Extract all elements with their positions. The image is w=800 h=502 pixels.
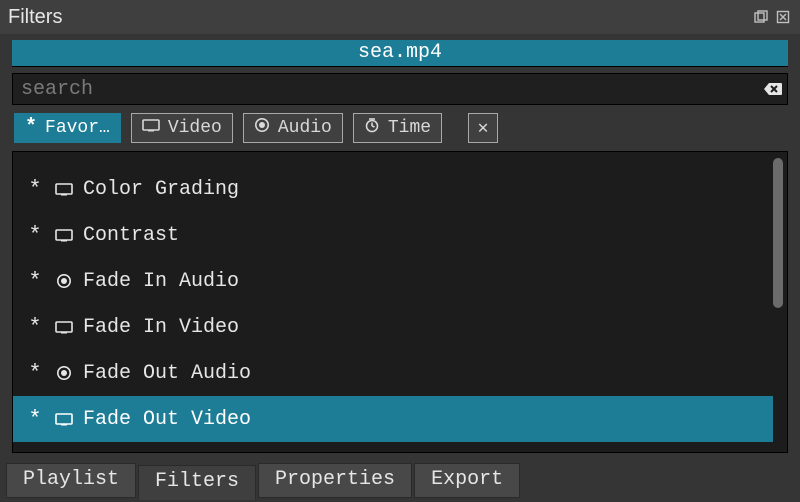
category-label: Video (168, 118, 222, 138)
list-item[interactable]: * Color Grading (13, 166, 773, 212)
list-item[interactable]: * Fade In Video (13, 304, 773, 350)
tab-export[interactable]: Export (414, 463, 520, 498)
list-item-partial[interactable]: Brightness (13, 152, 773, 166)
video-icon (53, 228, 75, 242)
panel-title: Filters (8, 6, 62, 29)
close-panel-icon[interactable] (774, 8, 792, 26)
video-icon (53, 182, 75, 196)
favorite-icon: * (25, 223, 45, 248)
category-time[interactable]: Time (353, 113, 442, 143)
category-video[interactable]: Video (131, 113, 233, 143)
favorite-icon: * (25, 177, 45, 202)
list-item[interactable]: * Fade Out Video (13, 396, 773, 442)
category-label: Favor… (45, 118, 110, 138)
category-label: Audio (278, 118, 332, 138)
list-item[interactable]: * Contrast (13, 212, 773, 258)
search-input[interactable] (13, 78, 759, 101)
close-icon: ✕ (478, 117, 489, 139)
favorite-icon: * (25, 361, 45, 386)
filter-name: Contrast (83, 224, 179, 247)
current-file-name: sea.mp4 (358, 41, 442, 64)
bottom-tabs: Playlist Filters Properties Export (0, 463, 526, 502)
favorite-icon: * (25, 269, 45, 294)
audio-icon (53, 273, 75, 289)
list-item[interactable]: * Fade In Audio (13, 258, 773, 304)
time-icon (364, 117, 380, 139)
video-icon (142, 118, 160, 138)
clear-search-icon[interactable] (759, 74, 787, 104)
scrollbar-thumb[interactable] (773, 158, 783, 308)
category-favorites[interactable]: * Favor… (14, 113, 121, 143)
close-categories-button[interactable]: ✕ (468, 113, 498, 143)
audio-icon (53, 365, 75, 381)
filter-name: Fade In Audio (83, 270, 239, 293)
search-row (12, 73, 788, 105)
audio-icon (254, 117, 270, 139)
scrollbar[interactable] (773, 158, 783, 446)
filter-name: Fade In Video (83, 316, 239, 339)
filter-name: Color Grading (83, 178, 239, 201)
category-audio[interactable]: Audio (243, 113, 343, 143)
favorite-icon: * (25, 315, 45, 340)
category-tabs: * Favor… Video Audio Time ✕ (12, 113, 788, 143)
video-icon (53, 412, 75, 426)
video-icon (53, 320, 75, 334)
category-label: Time (388, 118, 431, 138)
title-bar: Filters (0, 0, 800, 34)
tab-playlist[interactable]: Playlist (6, 463, 136, 498)
filter-name: Fade Out Audio (83, 362, 251, 385)
tab-properties[interactable]: Properties (258, 463, 412, 498)
favorite-icon: * (25, 407, 45, 432)
list-item[interactable]: * Fade Out Audio (13, 350, 773, 396)
filter-list: Brightness * Color Grading * Contrast * … (12, 151, 788, 453)
favorite-icon: * (25, 118, 37, 138)
tab-filters[interactable]: Filters (138, 465, 256, 500)
filter-name: Fade Out Video (83, 408, 251, 431)
undock-icon[interactable] (752, 8, 770, 26)
current-file-bar: sea.mp4 (12, 40, 788, 67)
